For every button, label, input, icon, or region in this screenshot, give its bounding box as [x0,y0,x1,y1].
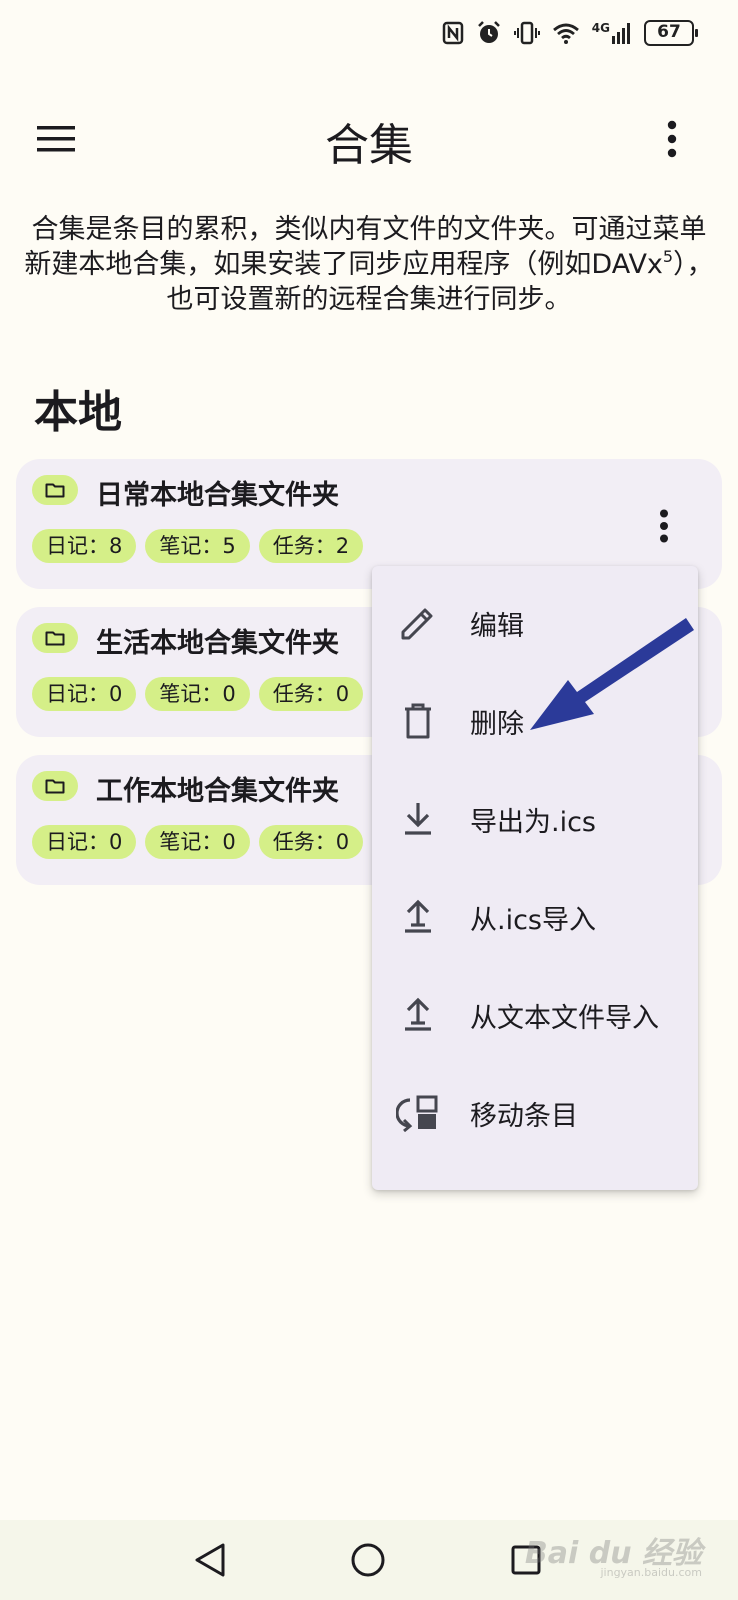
collection-counts: 日记：0 笔记：0 任务：0 [32,677,364,711]
home-circle-icon [351,1543,385,1577]
menu-item-label: 删除 [470,708,524,740]
description-superscript: 5 [662,247,674,266]
folder-icon [45,779,65,794]
collection-counts: 日记：0 笔记：0 任务：0 [32,825,364,859]
journal-count-chip: 日记：0 [32,677,137,711]
task-count-chip: 任务：0 [258,677,364,711]
journal-count-chip: 日记：0 [32,825,137,859]
nfc-icon [442,21,464,45]
menu-item-move-entries[interactable]: 移动条目 [372,1064,698,1162]
overflow-menu-button[interactable] [650,111,694,167]
upload-icon [396,895,440,939]
watermark-url: jingyan.baidu.com [600,1566,702,1579]
menu-item-label: 导出为.ics [470,806,596,838]
menu-item-delete[interactable]: 删除 [372,672,698,770]
menu-item-label: 从.ics导入 [470,904,596,936]
pencil-icon [396,601,440,645]
collections-description: 合集是条目的累积，类似内有文件的文件夹。可通过菜单新建本地合集，如果安装了同步应… [22,212,716,317]
folder-chip [32,623,78,653]
wifi-icon [552,23,579,44]
collection-counts: 日记：8 笔记：5 任务：2 [32,529,364,563]
trash-icon [396,699,440,743]
collection-name: 生活本地合集文件夹 [96,628,339,659]
collection-more-button[interactable] [646,503,682,549]
screen: 4G 67 合集 合集是条目的累积，类似内有文件的文件夹。可通过菜单新建本地合集… [0,0,738,1600]
nav-back-button[interactable] [184,1534,236,1586]
download-icon [396,797,440,841]
folder-chip [32,475,78,505]
status-bar: 4G 67 [0,0,738,70]
menu-item-export-ics[interactable]: 导出为.ics [372,770,698,868]
network-type: 4G [591,21,610,35]
description-text: 合集是条目的累积，类似内有文件的文件夹。可通过菜单新建本地合集，如果安装了同步应… [24,214,707,280]
collection-context-menu: 编辑 删除 导出为.ics 从.ics导入 从文本文件导入 移动条目 [372,566,698,1190]
collection-name: 日常本地合集文件夹 [96,480,339,511]
battery-indicator: 67 [644,20,698,46]
page-title: 合集 [325,120,413,171]
task-count-chip: 任务：0 [258,825,364,859]
app-bar: 合集 [0,95,738,179]
menu-item-edit[interactable]: 编辑 [372,574,698,672]
note-count-chip: 笔记：0 [145,677,250,711]
more-vertical-icon [660,509,668,543]
move-icon [396,1091,440,1135]
nav-home-button[interactable] [342,1534,394,1586]
section-header-local: 本地 [34,387,122,438]
menu-item-label: 编辑 [470,610,524,642]
journal-count-chip: 日记：8 [32,529,137,563]
note-count-chip: 笔记：5 [145,529,250,563]
note-count-chip: 笔记：0 [145,825,250,859]
alarm-icon [477,21,500,43]
menu-item-import-text[interactable]: 从文本文件导入 [372,966,698,1064]
more-vertical-icon [667,120,677,158]
menu-item-label: 移动条目 [470,1100,578,1132]
upload-icon [396,993,440,1037]
collection-name: 工作本地合集文件夹 [96,776,339,807]
folder-chip [32,771,78,801]
back-triangle-icon [195,1543,225,1577]
folder-icon [45,631,65,646]
vibrate-icon [513,21,540,45]
task-count-chip: 任务：2 [258,529,364,563]
menu-item-label: 从文本文件导入 [470,1002,659,1034]
status-icons: 4G 67 [442,20,698,46]
folder-icon [45,483,65,498]
cellular-signal-icon: 4G [592,22,632,44]
menu-item-import-ics[interactable]: 从.ics导入 [372,868,698,966]
